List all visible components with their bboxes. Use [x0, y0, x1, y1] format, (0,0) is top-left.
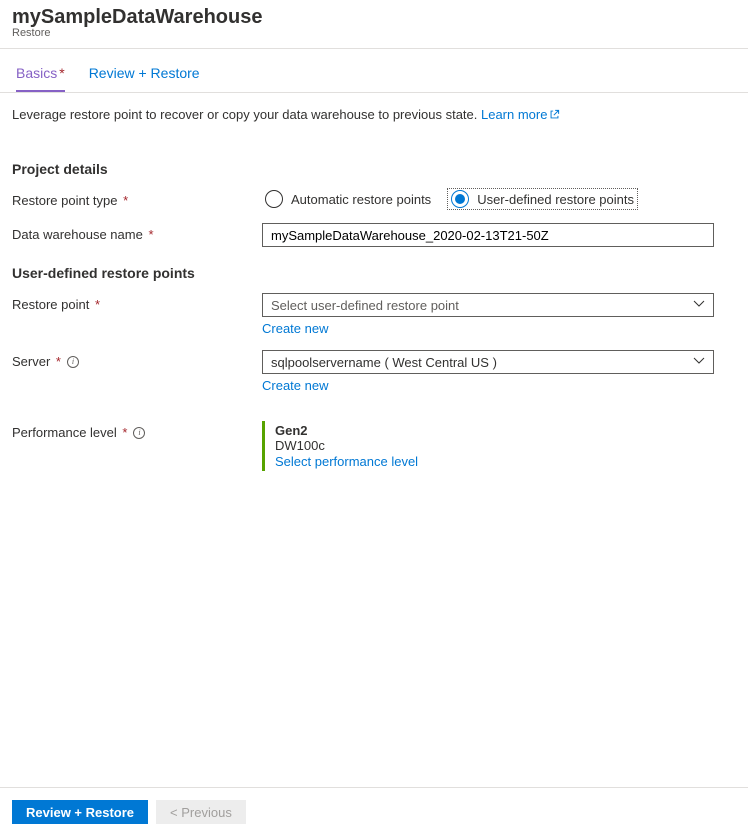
restore-point-placeholder: Select user-defined restore point	[271, 298, 459, 313]
radio-automatic-restore-points[interactable]: Automatic restore points	[262, 189, 434, 209]
label-performance-level-text: Performance level	[12, 425, 117, 440]
chevron-down-icon	[693, 355, 705, 370]
label-server: Server * i	[12, 350, 262, 369]
required-asterisk: *	[95, 297, 100, 312]
required-asterisk: *	[59, 65, 64, 81]
server-value: sqlpoolservername ( West Central US )	[271, 355, 497, 370]
tab-basics-label: Basics	[16, 65, 57, 81]
tab-basics[interactable]: Basics*	[16, 65, 65, 92]
performance-tier: Gen2	[275, 423, 714, 438]
data-warehouse-name-input[interactable]	[262, 223, 714, 247]
required-asterisk: *	[122, 425, 127, 440]
learn-more-label: Learn more	[481, 107, 547, 122]
previous-button[interactable]: < Previous	[156, 800, 246, 824]
server-create-new-link[interactable]: Create new	[262, 378, 714, 393]
required-asterisk: *	[148, 227, 153, 242]
page-title: mySampleDataWarehouse	[12, 6, 736, 29]
info-icon[interactable]: i	[67, 356, 79, 368]
external-link-icon	[549, 108, 560, 123]
required-asterisk: *	[123, 193, 128, 208]
footer-bar: Review + Restore < Previous	[0, 787, 748, 836]
info-icon[interactable]: i	[133, 427, 145, 439]
label-restore-point-text: Restore point	[12, 297, 89, 312]
select-performance-level-link[interactable]: Select performance level	[275, 454, 714, 469]
performance-level-box: Gen2 DW100c Select performance level	[262, 421, 714, 471]
label-restore-point-type-text: Restore point type	[12, 193, 118, 208]
label-server-text: Server	[12, 354, 50, 369]
radio-unchecked-icon	[265, 190, 283, 208]
label-data-warehouse-name-text: Data warehouse name	[12, 227, 143, 242]
review-restore-button[interactable]: Review + Restore	[12, 800, 148, 824]
section-user-defined: User-defined restore points	[12, 265, 736, 281]
restore-point-select[interactable]: Select user-defined restore point	[262, 293, 714, 317]
radio-checked-icon	[451, 190, 469, 208]
chevron-down-icon	[693, 298, 705, 313]
required-asterisk: *	[56, 354, 61, 369]
radio-user-defined-label: User-defined restore points	[477, 192, 634, 207]
server-select[interactable]: sqlpoolservername ( West Central US )	[262, 350, 714, 374]
learn-more-link[interactable]: Learn more	[481, 107, 560, 122]
label-restore-point-type: Restore point type *	[12, 189, 262, 208]
restore-point-create-new-link[interactable]: Create new	[262, 321, 714, 336]
performance-sku: DW100c	[275, 438, 714, 453]
radio-user-defined-restore-points[interactable]: User-defined restore points	[448, 189, 637, 209]
label-restore-point: Restore point *	[12, 293, 262, 312]
description-body: Leverage restore point to recover or cop…	[12, 107, 481, 122]
radio-automatic-label: Automatic restore points	[291, 192, 431, 207]
label-data-warehouse-name: Data warehouse name *	[12, 223, 262, 242]
tab-bar: Basics* Review + Restore	[0, 49, 748, 93]
label-performance-level: Performance level * i	[12, 421, 262, 440]
description-text: Leverage restore point to recover or cop…	[0, 93, 748, 137]
tab-review[interactable]: Review + Restore	[89, 65, 200, 92]
section-project-details: Project details	[12, 161, 736, 177]
